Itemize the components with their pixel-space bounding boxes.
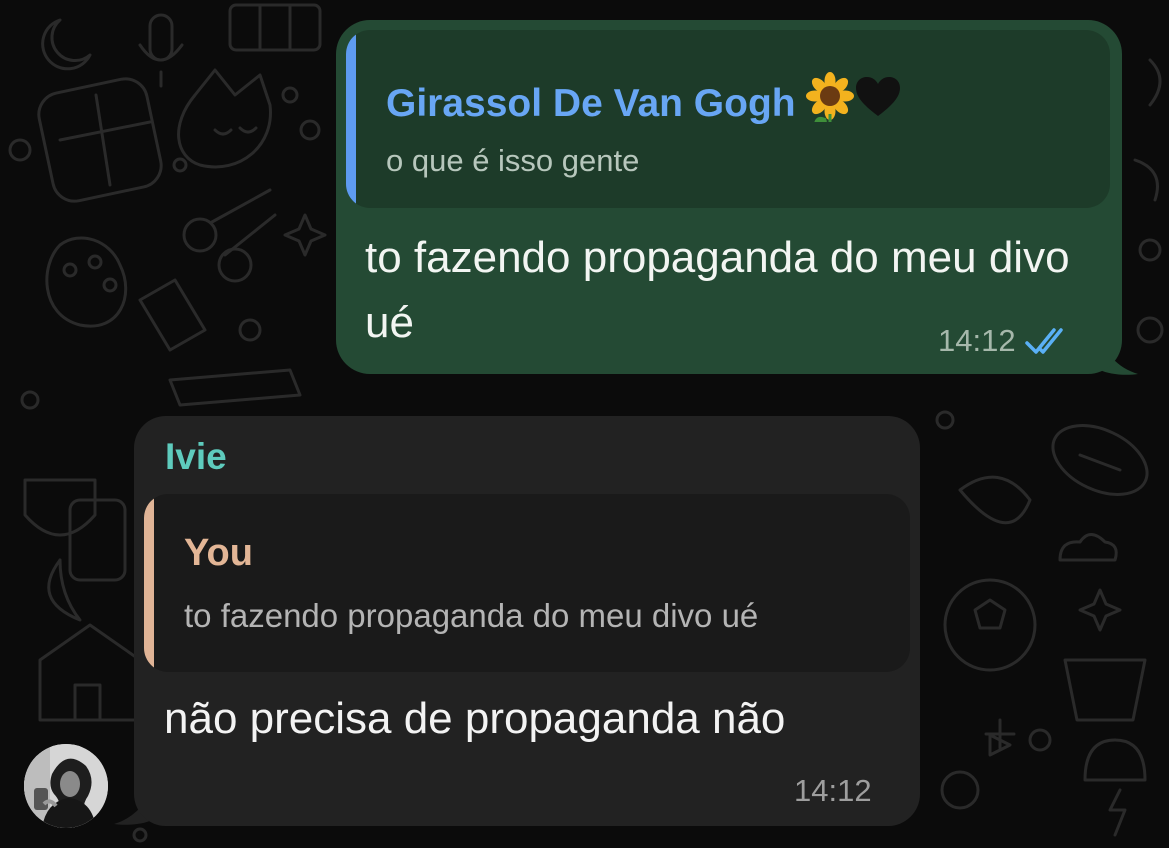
quote-text: to fazendo propaganda do meu divo ué xyxy=(184,597,759,634)
message-time: 14:12 xyxy=(938,323,1016,358)
quote-text: o que é isso gente xyxy=(386,143,640,178)
reply-quote[interactable]: You to fazendo propaganda do meu divo ué xyxy=(144,494,910,672)
reply-quote[interactable]: Girassol De Van Gogh o que é isso gente xyxy=(346,30,1110,208)
quote-author-name: You xyxy=(184,532,253,574)
incoming-message-bubble[interactable]: Ivie You to fazendo propaganda do meu di… xyxy=(134,416,920,826)
sender-name[interactable]: Ivie xyxy=(165,436,227,478)
double-check-read-icon xyxy=(1024,327,1070,365)
message-text: não precisa de propaganda não xyxy=(164,694,786,743)
sender-avatar[interactable] xyxy=(24,744,108,828)
quote-author-line: Girassol De Van Gogh xyxy=(386,72,902,132)
quote-author-name: Girassol De Van Gogh xyxy=(386,82,796,125)
sunflower-heart-emoji-icon xyxy=(805,72,902,132)
quote-accent-bar xyxy=(144,494,154,672)
outgoing-message-bubble[interactable]: Girassol De Van Gogh o que é isso gente … xyxy=(336,20,1122,374)
message-meta: 14:12 xyxy=(938,323,1070,365)
message-time: 14:12 xyxy=(794,773,872,808)
quote-accent-bar xyxy=(346,30,356,208)
profile-photo-avatar-icon xyxy=(24,744,108,828)
